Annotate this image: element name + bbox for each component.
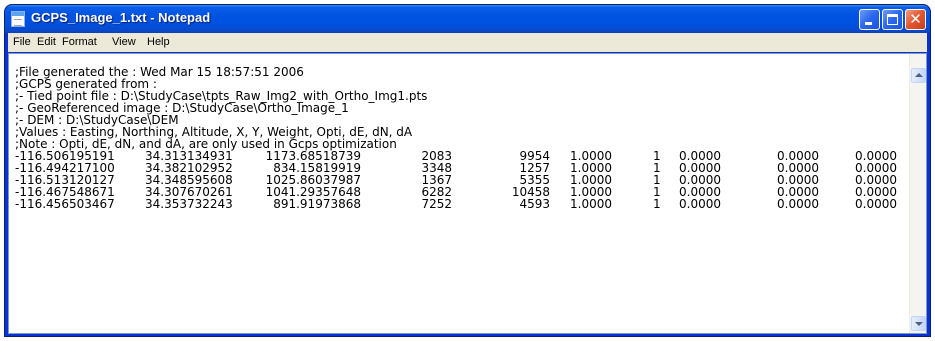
scroll-up-button[interactable] xyxy=(911,68,926,83)
cell-x: 7252 xyxy=(421,197,452,211)
gcp-data-rows: -116.506195191 34.313134931 1173.68518739 2… xyxy=(15,150,909,210)
menu-edit[interactable]: Edit xyxy=(37,36,56,48)
arrow-down-icon xyxy=(915,322,923,326)
cell-weight: 1.0000 xyxy=(570,197,612,211)
menu-file[interactable]: File xyxy=(13,36,31,48)
minimize-button[interactable] xyxy=(859,9,880,30)
cell-altitude: 891.91973868 xyxy=(273,197,361,211)
scroll-down-button[interactable] xyxy=(911,316,926,331)
cell-dn: 0.0000 xyxy=(777,197,819,211)
notepad-icon[interactable] xyxy=(11,11,25,27)
menu-view[interactable]: View xyxy=(112,36,136,48)
arrow-up-icon xyxy=(915,73,923,77)
cell-easting: -116.456503467 xyxy=(15,197,115,211)
maximize-button[interactable] xyxy=(882,9,903,30)
gcp-row: -116.456503467 34.353732243 891.91973868 72… xyxy=(15,198,909,210)
maximize-icon xyxy=(887,14,898,25)
editor-frame: ;File generated the : Wed Mar 15 18:57:5… xyxy=(8,53,927,334)
menu-help[interactable]: Help xyxy=(147,36,170,48)
vertical-scrollbar[interactable] xyxy=(909,54,926,333)
notepad-window: GCPS_Image_1.txt - Notepad ✕ File Edit F… xyxy=(4,4,931,337)
title-bar[interactable]: GCPS_Image_1.txt - Notepad ✕ xyxy=(5,5,930,33)
cell-y: 4593 xyxy=(519,197,550,211)
menu-bar: File Edit Format View Help xyxy=(8,33,927,52)
close-button[interactable]: ✕ xyxy=(905,9,926,30)
minimize-icon xyxy=(865,22,872,25)
cell-da: 0.0000 xyxy=(855,197,897,211)
text-editor[interactable]: ;File generated the : Wed Mar 15 18:57:5… xyxy=(9,54,909,333)
cell-de: 0.0000 xyxy=(679,197,721,211)
cell-opti: 1 xyxy=(653,197,661,211)
cell-northing: 34.353732243 xyxy=(145,197,233,211)
close-icon: ✕ xyxy=(909,10,922,28)
window-title: GCPS_Image_1.txt - Notepad xyxy=(31,10,211,25)
menu-format[interactable]: Format xyxy=(62,36,97,48)
